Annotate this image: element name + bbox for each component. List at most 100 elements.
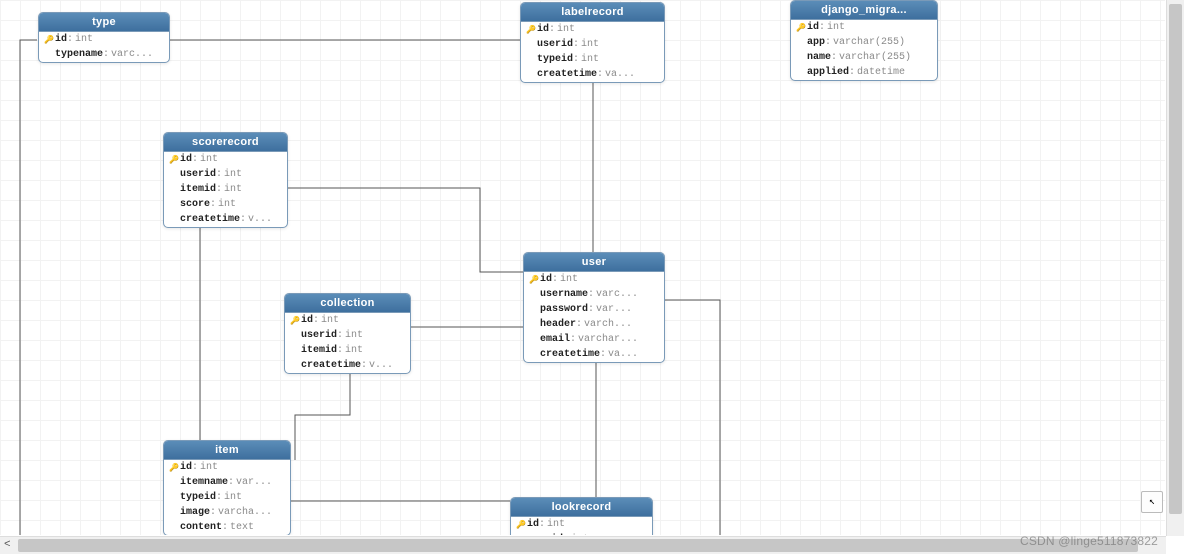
field-colon: :: [210, 199, 216, 210]
field-name: id: [540, 274, 552, 285]
field-type: int: [827, 22, 845, 33]
field-name: id: [537, 24, 549, 35]
field-type: datetime: [857, 67, 905, 78]
er-diagram-canvas[interactable]: type🔑id: inttypename: varc...labelrecord…: [0, 0, 1165, 535]
key-icon: 🔑: [289, 316, 301, 326]
entity-header[interactable]: user: [524, 253, 664, 272]
field-colon: :: [539, 519, 545, 530]
diagram-viewport[interactable]: type🔑id: inttypename: varc...labelrecord…: [0, 0, 1165, 535]
field-colon: :: [222, 522, 228, 533]
horizontal-scrollbar[interactable]: <: [0, 536, 1166, 554]
field-row: itemname: var...: [164, 475, 290, 490]
field-name: createtime: [180, 214, 240, 225]
field-colon: :: [588, 304, 594, 315]
field-name: id: [807, 22, 819, 33]
entity-django_migrations[interactable]: django_migra...🔑id: intapp: varchar(255)…: [790, 0, 938, 81]
field-row: username: varc...: [524, 287, 664, 302]
field-row: typeid: int: [164, 490, 290, 505]
field-name: applied: [807, 67, 849, 78]
field-name: typeid: [537, 54, 573, 65]
field-colon: :: [192, 462, 198, 473]
field-type: int: [224, 492, 242, 503]
field-type: text: [230, 522, 254, 533]
field-type: int: [345, 345, 363, 356]
vertical-scrollbar[interactable]: [1166, 0, 1184, 536]
vertical-scroll-thumb[interactable]: [1169, 4, 1182, 514]
field-row: 🔑id: int: [39, 32, 169, 47]
horizontal-scroll-thumb[interactable]: [18, 539, 1138, 552]
field-type: varc...: [596, 289, 638, 300]
entity-header[interactable]: labelrecord: [521, 3, 664, 22]
field-colon: :: [563, 534, 569, 535]
field-colon: :: [210, 507, 216, 518]
field-name: userid: [180, 169, 216, 180]
field-name: header: [540, 319, 576, 330]
entity-user[interactable]: user🔑id: intusername: varc...password: v…: [523, 252, 665, 363]
field-name: content: [180, 522, 222, 533]
entity-header[interactable]: scorerecord: [164, 133, 287, 152]
field-type: va...: [608, 349, 638, 360]
field-type: int: [224, 169, 242, 180]
field-type: int: [75, 34, 93, 45]
field-row: email: varchar...: [524, 332, 664, 347]
field-colon: :: [600, 349, 606, 360]
field-type: int: [218, 199, 236, 210]
field-type: int: [321, 315, 339, 326]
field-row: password: var...: [524, 302, 664, 317]
field-name: score: [180, 199, 210, 210]
entity-header[interactable]: item: [164, 441, 290, 460]
field-type: int: [547, 519, 565, 530]
field-type: varch...: [584, 319, 632, 330]
field-type: int: [560, 274, 578, 285]
entity-header[interactable]: collection: [285, 294, 410, 313]
arrow-nw-icon: ↖: [1149, 496, 1155, 508]
entity-scorerecord[interactable]: scorerecord🔑id: intuserid: intitemid: in…: [163, 132, 288, 228]
entity-header[interactable]: lookrecord: [511, 498, 652, 517]
entity-item[interactable]: item🔑id: intitemname: var...typeid: inti…: [163, 440, 291, 535]
entity-header[interactable]: type: [39, 13, 169, 32]
entity-type[interactable]: type🔑id: int typename: varc...: [38, 12, 170, 63]
field-colon: :: [576, 319, 582, 330]
field-name: email: [540, 334, 570, 345]
field-type: varc...: [111, 49, 153, 60]
field-name: userid: [527, 534, 563, 535]
scroll-left-icon[interactable]: <: [4, 539, 11, 551]
field-colon: :: [552, 274, 558, 285]
entity-labelrecord[interactable]: labelrecord🔑id: intuserid: inttypeid: in…: [520, 2, 665, 83]
field-type: va...: [605, 69, 635, 80]
field-row: userid: int: [521, 37, 664, 52]
field-row: 🔑id: int: [164, 460, 290, 475]
field-name: app: [807, 37, 825, 48]
field-colon: :: [337, 345, 343, 356]
field-name: itemid: [301, 345, 337, 356]
field-name: username: [540, 289, 588, 300]
field-colon: :: [549, 24, 555, 35]
key-icon: 🔑: [528, 275, 540, 285]
field-colon: :: [67, 34, 73, 45]
field-colon: :: [337, 330, 343, 341]
field-colon: :: [216, 184, 222, 195]
field-type: varchar...: [578, 334, 638, 345]
field-colon: :: [849, 67, 855, 78]
entity-header[interactable]: django_migra...: [791, 1, 937, 20]
field-type: int: [224, 184, 242, 195]
field-row: createtime: v...: [164, 212, 287, 227]
field-name: createtime: [537, 69, 597, 80]
field-name: name: [807, 52, 831, 63]
entity-lookrecord[interactable]: lookrecord🔑id: int userid: int: [510, 497, 653, 535]
field-colon: :: [313, 315, 319, 326]
fit-view-button[interactable]: ↖: [1141, 491, 1163, 513]
field-colon: :: [103, 49, 109, 60]
field-name: itemid: [180, 184, 216, 195]
field-colon: :: [597, 69, 603, 80]
field-row: 🔑id: int: [511, 517, 652, 532]
entity-collection[interactable]: collection🔑id: intuserid: intitemid: int…: [284, 293, 411, 374]
key-icon: 🔑: [795, 23, 807, 33]
field-name: id: [180, 462, 192, 473]
field-name: userid: [301, 330, 337, 341]
field-name: userid: [537, 39, 573, 50]
field-type: varcha...: [218, 507, 272, 518]
field-name: typename: [55, 49, 103, 60]
field-row: createtime: va...: [524, 347, 664, 362]
field-row: name: varchar(255): [791, 50, 937, 65]
